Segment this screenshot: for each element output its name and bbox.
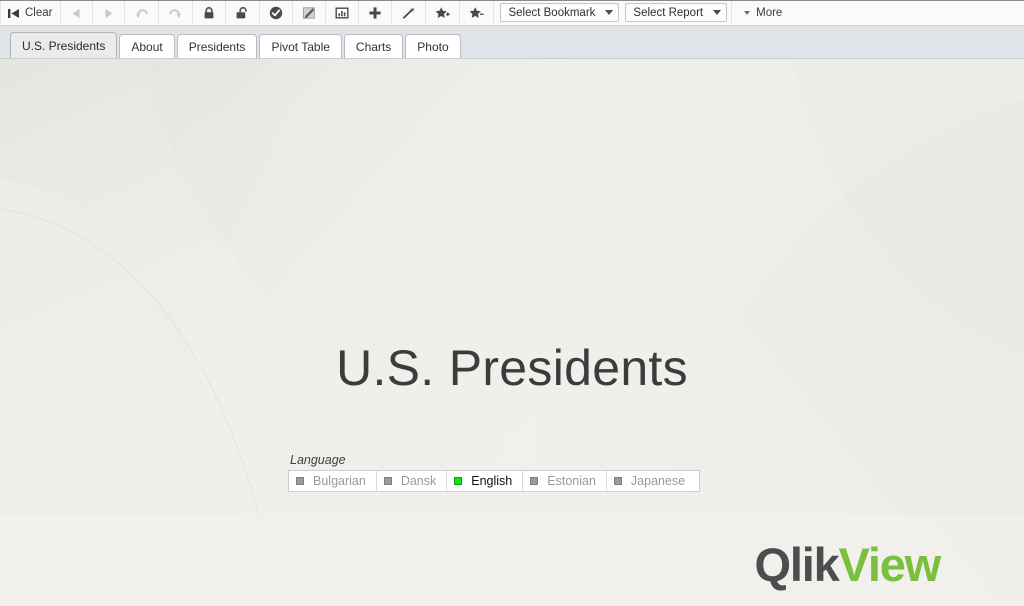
selection-marker-icon [530, 477, 539, 485]
back-button[interactable] [61, 1, 94, 25]
list-item-label: Estonian [547, 474, 596, 488]
logo-view-text: View [838, 538, 942, 591]
forward-button[interactable] [93, 1, 126, 25]
clear-field-button[interactable] [392, 1, 427, 25]
list-item-estonian[interactable]: Estonian [523, 471, 607, 491]
tab-presidents[interactable]: Presidents [176, 34, 258, 58]
select-report-dropdown[interactable]: Select Report [625, 3, 728, 22]
check-circle-icon [270, 6, 283, 20]
selection-marker-icon [613, 477, 622, 485]
skip-back-icon [8, 8, 19, 18]
tab-photo[interactable]: Photo [405, 34, 461, 58]
eraser-wand-icon [403, 8, 415, 19]
pencil-edit-icon [303, 7, 316, 19]
more-label: More [756, 7, 783, 19]
selection-marker-icon [296, 477, 304, 485]
lock-closed-icon [205, 6, 214, 19]
chart-button[interactable] [326, 1, 360, 25]
select-bookmark-label: Select Bookmark [508, 6, 596, 19]
listbox-caption: Language [290, 453, 346, 467]
tab-charts[interactable]: Charts [343, 34, 404, 58]
edit-button[interactable] [293, 1, 327, 25]
remove-bookmark-button[interactable] [460, 1, 495, 25]
undo-arrow-icon [136, 8, 149, 18]
list-item-label: English [471, 474, 513, 488]
bar-chart-icon [335, 7, 349, 19]
add-bookmark-button[interactable] [426, 1, 461, 25]
clear-button-label: Clear [25, 7, 53, 19]
page-title: U.S. Presidents [336, 340, 688, 396]
background-decoration [0, 59, 1024, 605]
selection-marker-icon [454, 477, 463, 485]
select-report-label: Select Report [633, 6, 704, 19]
main-toolbar: Clear Select Bookmark Select Report More [0, 0, 1024, 26]
list-item-english[interactable]: English [447, 471, 524, 491]
list-item-label: Japanese [630, 474, 686, 488]
redo-button[interactable] [159, 1, 194, 25]
undo-button[interactable] [125, 1, 160, 25]
sheet-canvas: U.S. Presidents Language Bulgarian Dansk… [0, 59, 1024, 605]
add-button[interactable] [359, 1, 393, 25]
language-listbox: Language Bulgarian Dansk English Estonia… [288, 453, 701, 492]
tab-about[interactable]: About [119, 34, 175, 58]
tab-us-presidents[interactable]: U.S. Presidents [10, 32, 118, 58]
more-button[interactable]: More [731, 1, 792, 25]
redo-arrow-icon [169, 8, 182, 18]
triangle-right-icon [105, 8, 113, 18]
tab-pivot-table[interactable]: Pivot Table [259, 34, 342, 58]
sheet-tab-bar: U.S. Presidents About Presidents Pivot T… [0, 26, 1024, 59]
chevron-down-icon [605, 10, 614, 15]
plus-icon [369, 7, 382, 19]
apply-button[interactable] [260, 1, 294, 25]
selection-marker-icon [383, 477, 392, 485]
lock-open-icon [237, 6, 248, 19]
listbox-body: Bulgarian Dansk English Estonian Japanes [288, 470, 701, 492]
clear-button[interactable]: Clear [0, 1, 62, 25]
qlikview-logo: QlikView [754, 538, 942, 591]
select-bookmark-dropdown[interactable]: Select Bookmark [500, 3, 620, 22]
chevron-down-icon [713, 10, 722, 15]
list-item-dansk[interactable]: Dansk [377, 471, 448, 491]
star-plus-icon [436, 7, 451, 18]
logo-qlik-text: Qlik [754, 538, 840, 591]
unlock-button[interactable] [226, 1, 261, 25]
star-minus-icon [470, 7, 485, 18]
list-item-label: Dansk [400, 474, 437, 488]
triangle-left-icon [72, 8, 80, 18]
list-item-japanese[interactable]: Japanese [607, 471, 699, 491]
chevron-down-icon [744, 11, 751, 15]
lock-button[interactable] [193, 1, 227, 25]
list-item-bulgarian[interactable]: Bulgarian [289, 471, 377, 491]
list-item-label: Bulgarian [313, 474, 366, 488]
qlikview-window: Clear Select Bookmark Select Report More… [0, 0, 1024, 606]
